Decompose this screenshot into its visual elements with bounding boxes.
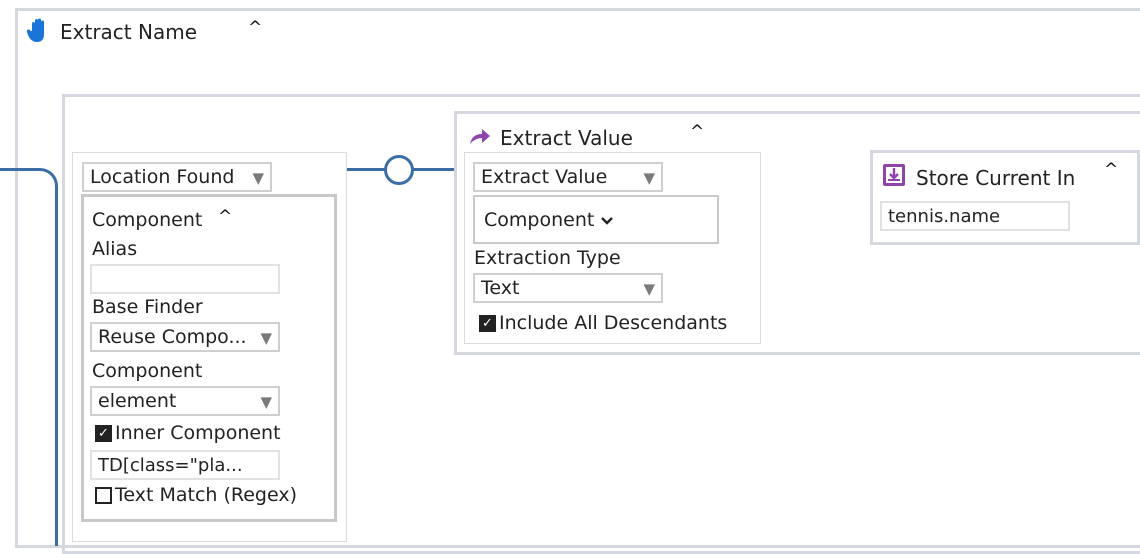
- inner-component-label: Inner Component: [115, 422, 281, 444]
- base-finder-select[interactable]: Reuse Compo... ▼: [90, 322, 280, 352]
- collapse-icon[interactable]: ^: [248, 18, 262, 38]
- triangle-down-icon: ▼: [260, 393, 272, 411]
- location-select-value: Location Found: [90, 166, 235, 188]
- store-title: Store Current In: [916, 166, 1076, 190]
- selector-input[interactable]: TD[class="pla...: [90, 450, 280, 480]
- triangle-down-icon: ▼: [252, 169, 264, 187]
- triangle-down-icon: ▼: [260, 329, 272, 347]
- component-value: element: [98, 390, 177, 412]
- checkmark-icon: ✓: [479, 314, 496, 332]
- extraction-type-label: Extraction Type: [474, 247, 621, 269]
- triangle-down-icon: ▼: [643, 280, 655, 298]
- component-select[interactable]: element ▼: [90, 386, 280, 416]
- include-descendants-checkbox[interactable]: ✓ Include All Descendants: [479, 312, 727, 334]
- alias-input[interactable]: [90, 264, 280, 294]
- checkbox-icon: [95, 486, 112, 504]
- component-toggle-label: Component: [484, 209, 595, 231]
- extract-value-title: Extract Value: [500, 126, 633, 150]
- collapse-icon[interactable]: ^: [218, 207, 232, 227]
- connector-line: [0, 168, 40, 171]
- collapse-icon[interactable]: ^: [1104, 160, 1118, 180]
- hand-icon: [26, 18, 52, 44]
- extract-value-select-value: Extract Value: [481, 166, 608, 188]
- base-finder-label: Base Finder: [92, 296, 203, 318]
- page-title: Extract Name: [60, 20, 197, 44]
- text-match-label: Text Match (Regex): [115, 484, 298, 506]
- connector-line: [55, 186, 58, 546]
- component-title: Component: [92, 209, 203, 231]
- download-icon: [882, 163, 906, 187]
- component-toggle[interactable]: Component: [484, 209, 614, 231]
- include-descendants-label: Include All Descendants: [499, 312, 728, 334]
- collapse-icon[interactable]: ^: [690, 122, 704, 142]
- extraction-type-value: Text: [481, 277, 520, 299]
- component-label: Component: [92, 360, 203, 382]
- inner-component-checkbox[interactable]: ✓ Inner Component: [95, 422, 281, 444]
- text-match-checkbox[interactable]: Text Match (Regex): [95, 484, 297, 506]
- chevron-down-icon: [600, 209, 614, 231]
- location-select[interactable]: Location Found ▼: [82, 162, 272, 192]
- base-finder-value: Reuse Compo...: [98, 326, 247, 348]
- connector-node[interactable]: [384, 155, 414, 185]
- extract-value-select[interactable]: Extract Value ▼: [473, 162, 663, 192]
- store-variable-input[interactable]: tennis.name: [880, 201, 1070, 231]
- checkmark-icon: ✓: [95, 424, 112, 442]
- alias-label: Alias: [92, 238, 138, 260]
- extraction-type-select[interactable]: Text ▼: [473, 273, 663, 303]
- arrow-icon: [468, 126, 492, 146]
- triangle-down-icon: ▼: [643, 169, 655, 187]
